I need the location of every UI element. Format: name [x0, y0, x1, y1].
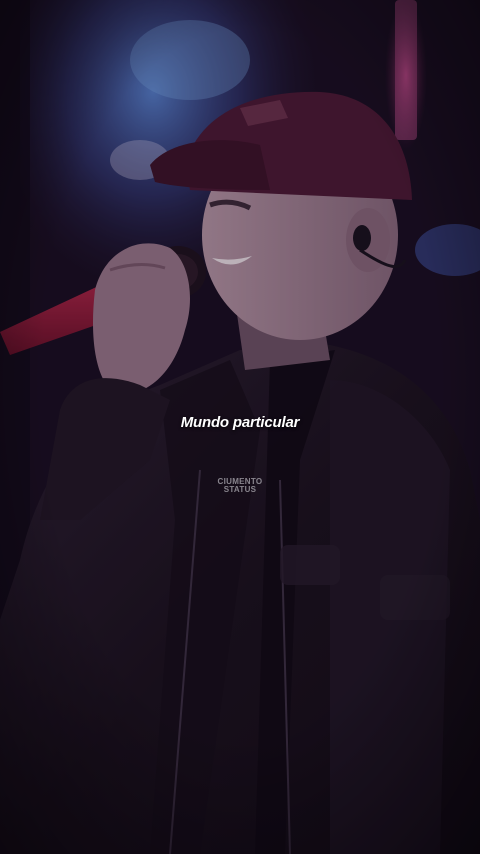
video-frame[interactable]: Mundo particular CIUMENTO STATUS	[0, 0, 480, 854]
channel-watermark: CIUMENTO STATUS	[0, 478, 480, 494]
watermark-line-2: STATUS	[223, 485, 257, 494]
lyric-caption: Mundo particular	[180, 414, 300, 431]
